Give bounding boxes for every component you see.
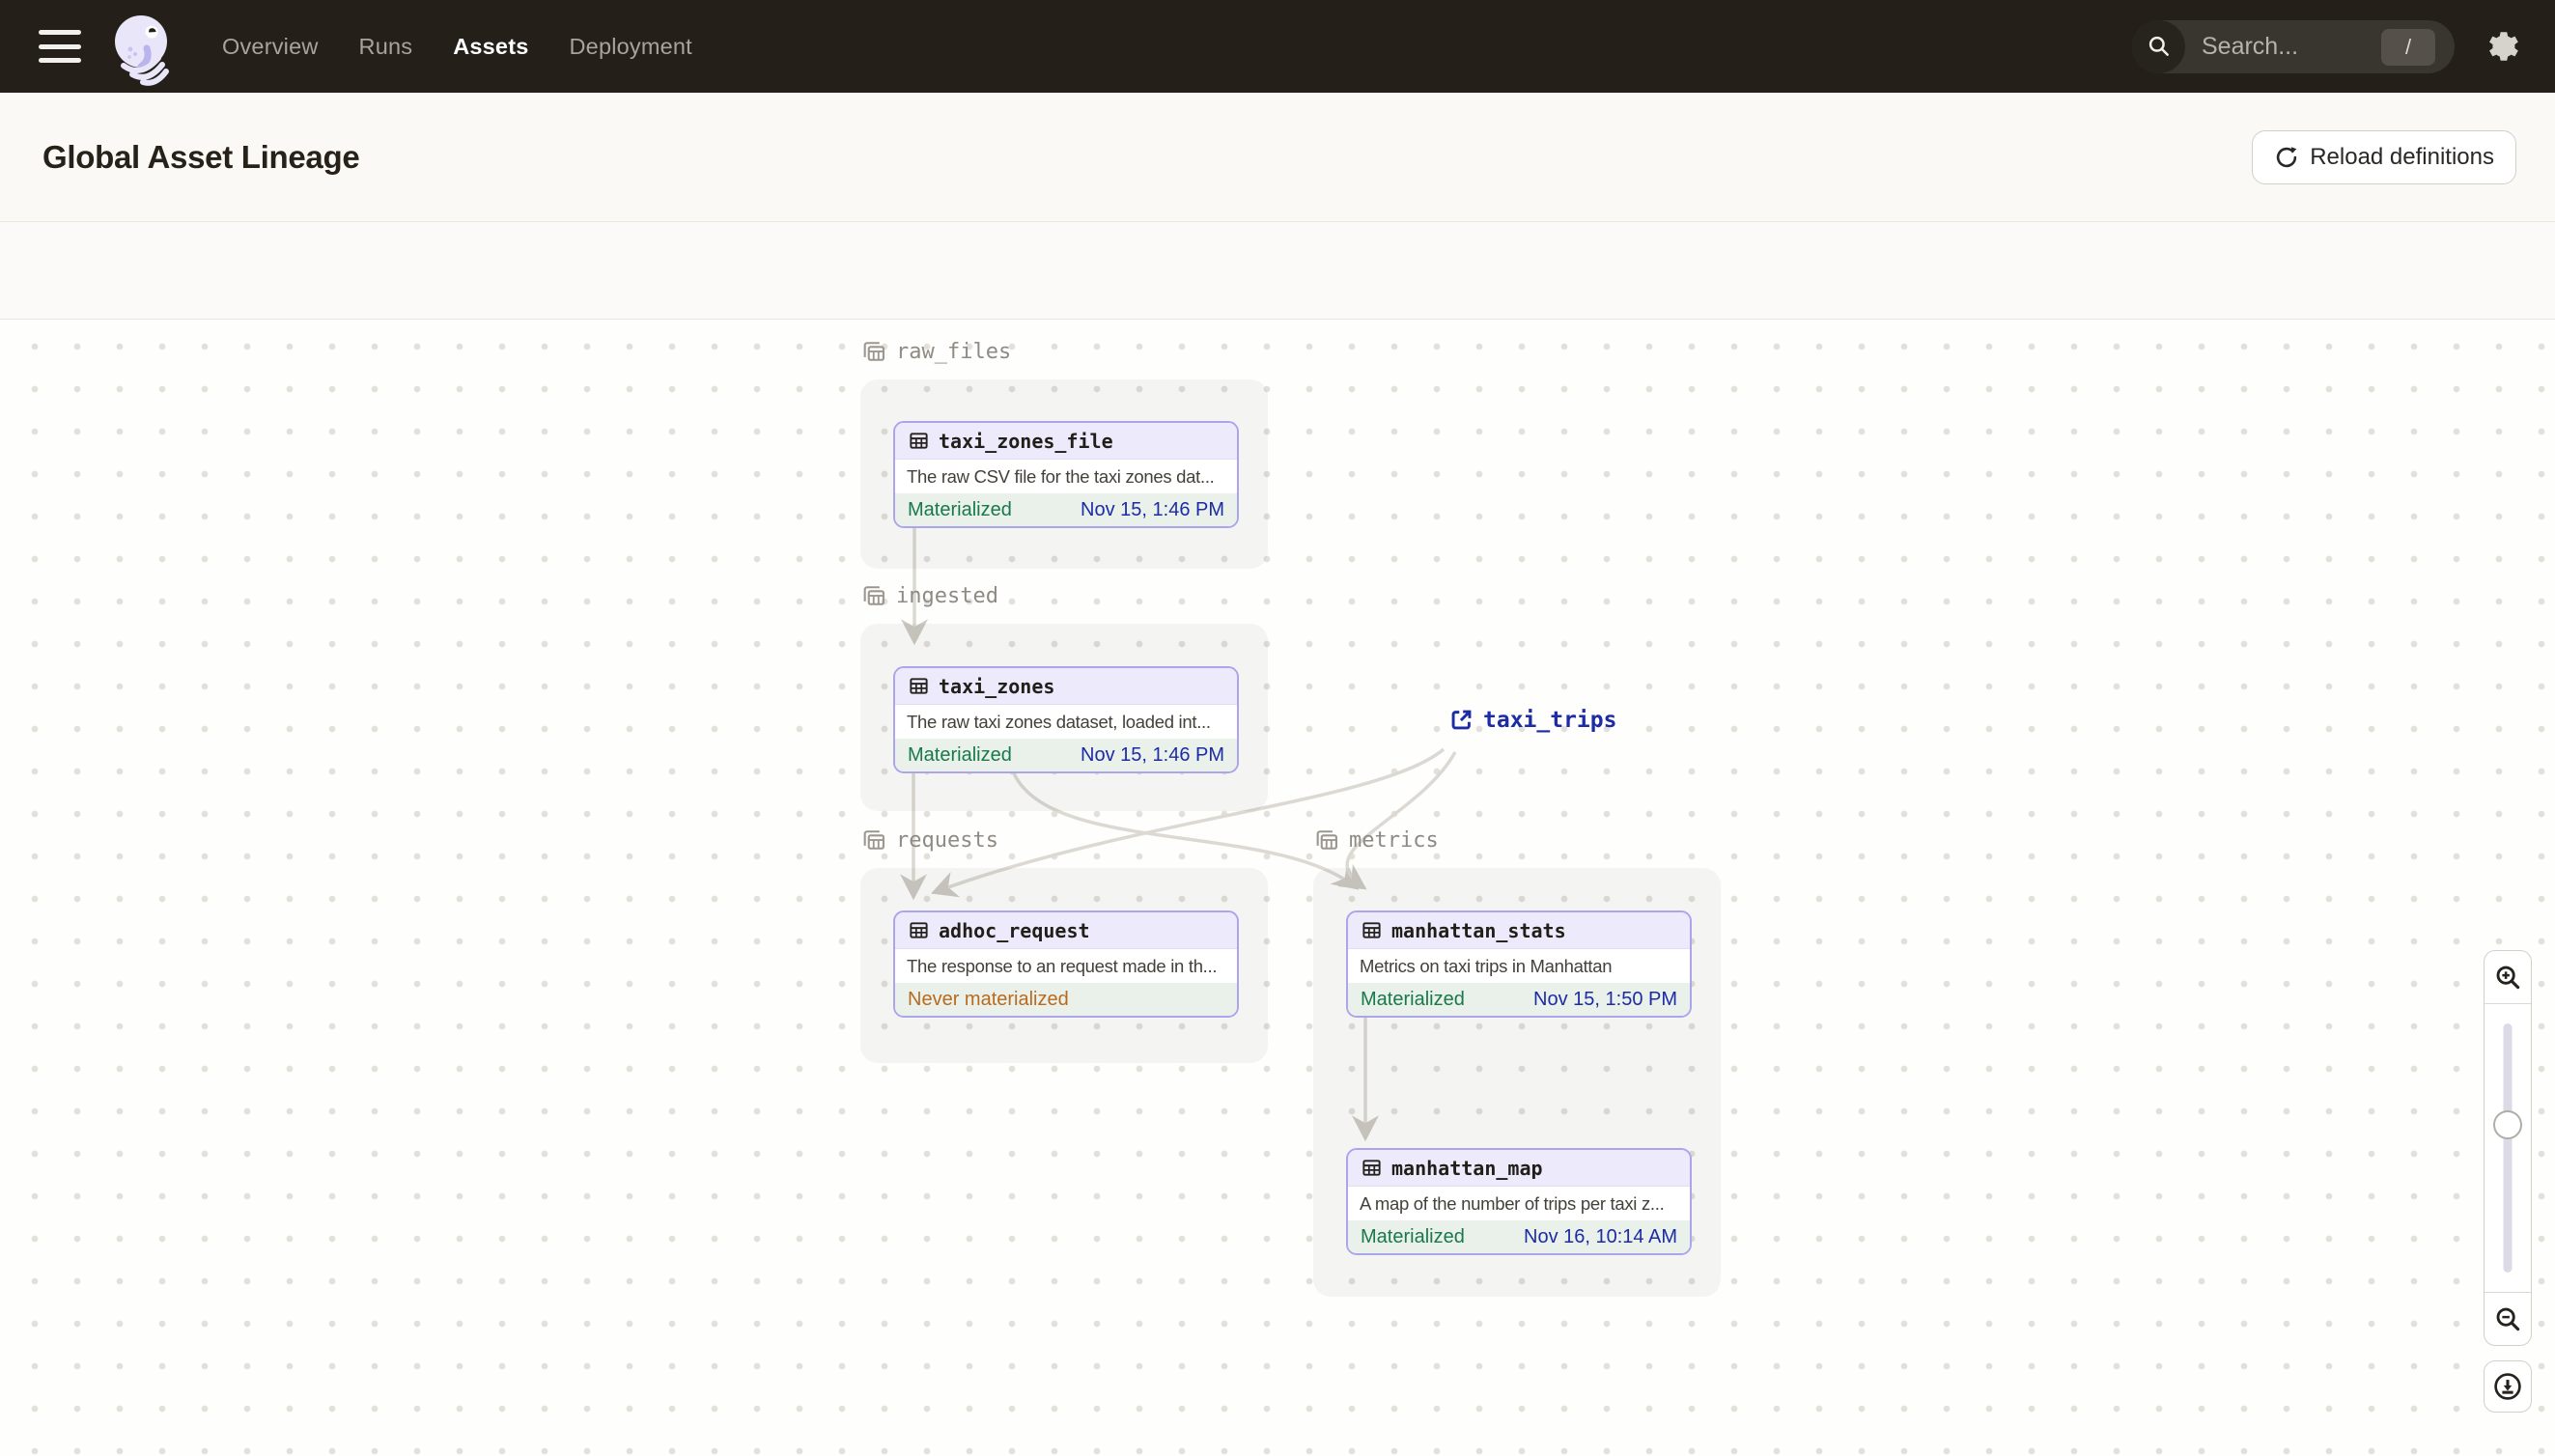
nav-link-overview[interactable]: Overview	[222, 34, 319, 60]
zoom-out-icon	[2496, 1307, 2520, 1331]
asset-description: The response to an request made in th...	[907, 955, 1218, 976]
asset-description: The raw CSV file for the taxi zones dat.…	[907, 465, 1215, 487]
page-header: Global Asset Lineage Reload definitions	[0, 93, 2555, 222]
table-icon	[1362, 922, 1381, 938]
external-asset-taxi-trips[interactable]: taxi_trips	[1448, 707, 1616, 733]
asset-node-adhoc-request[interactable]: adhoc_request The response to an request…	[893, 910, 1239, 1018]
asset-card-header: taxi_zones	[895, 668, 1237, 705]
external-link-icon	[1451, 710, 1472, 730]
lineage-canvas[interactable]: raw_files ingested requests metrics taxi…	[0, 320, 2555, 1456]
zoom-slider-track[interactable]	[2503, 1023, 2513, 1273]
materialization-timestamp: Nov 15, 1:46 PM	[1081, 743, 1224, 766]
asset-node-manhattan-map[interactable]: manhattan_map A map of the number of tri…	[1346, 1148, 1692, 1255]
status-badge: Materialized	[908, 743, 1012, 766]
status-badge: Never materialized	[908, 988, 1069, 1010]
status-badge: Materialized	[1361, 988, 1465, 1010]
asset-description: The raw taxi zones dataset, loaded int..…	[907, 711, 1211, 732]
group-label-requests[interactable]: requests	[860, 826, 998, 854]
nav-link-deployment[interactable]: Deployment	[570, 34, 692, 60]
asset-status-bar: Materialized Nov 15, 1:46 PM	[895, 739, 1237, 771]
lineage-toolbar: Filter Clear query	[0, 222, 2555, 522]
group-label-metrics[interactable]: metrics	[1313, 826, 1439, 854]
export-view-button[interactable]	[2484, 1360, 2532, 1413]
settings-gear-icon[interactable]	[2482, 26, 2522, 67]
materialization-timestamp: Nov 15, 1:46 PM	[1081, 498, 1224, 520]
asset-status-bar: Materialized Nov 16, 10:14 AM	[1348, 1220, 1690, 1253]
asset-card-header: manhattan_map	[1348, 1150, 1690, 1187]
zoom-slider-knob[interactable]	[2493, 1110, 2522, 1139]
materialization-timestamp: Nov 16, 10:14 AM	[1524, 1225, 1677, 1247]
group-table-icon	[1316, 830, 1337, 850]
asset-node-taxi-zones[interactable]: taxi_zones The raw taxi zones dataset, l…	[893, 666, 1239, 773]
group-label-raw-files[interactable]: raw_files	[860, 338, 1011, 365]
zoom-in-button[interactable]	[2485, 951, 2531, 1004]
asset-card-header: adhoc_request	[895, 912, 1237, 949]
table-icon	[910, 922, 928, 938]
asset-description: A map of the number of trips per taxi z.…	[1360, 1192, 1665, 1214]
nav-link-runs[interactable]: Runs	[359, 34, 413, 60]
asset-name: manhattan_stats	[1391, 918, 1566, 942]
group-table-icon	[863, 342, 884, 361]
asset-name: manhattan_map	[1391, 1156, 1543, 1180]
asset-node-taxi-zones-file[interactable]: taxi_zones_file The raw CSV file for the…	[893, 421, 1239, 528]
group-table-icon	[863, 586, 884, 605]
search-icon	[2132, 19, 2185, 73]
asset-name: adhoc_request	[939, 918, 1090, 942]
zoom-out-button[interactable]	[2485, 1292, 2531, 1345]
asset-status-bar: Never materialized	[895, 983, 1237, 1016]
status-badge: Materialized	[1361, 1225, 1465, 1247]
nav-link-assets[interactable]: Assets	[453, 34, 528, 60]
table-icon	[1362, 1160, 1381, 1176]
materialization-timestamp: Nov 15, 1:50 PM	[1533, 988, 1677, 1010]
zoom-in-icon	[2496, 966, 2520, 990]
top-nav: Overview Runs Assets Deployment /	[0, 0, 2555, 93]
global-search[interactable]: /	[2132, 19, 2455, 73]
asset-status-bar: Materialized Nov 15, 1:50 PM	[1348, 983, 1690, 1016]
asset-status-bar: Materialized Nov 15, 1:46 PM	[895, 493, 1237, 526]
dagster-logo-icon[interactable]	[102, 6, 180, 87]
group-table-icon	[863, 830, 884, 850]
table-icon	[910, 678, 928, 694]
status-badge: Materialized	[908, 498, 1012, 520]
zoom-slider[interactable]	[2485, 1004, 2531, 1292]
asset-name: taxi_zones	[939, 674, 1055, 698]
search-input[interactable]	[2202, 19, 2366, 73]
download-circle-icon	[2494, 1373, 2521, 1400]
asset-description: Metrics on taxi trips in Manhattan	[1360, 955, 1613, 976]
zoom-controls	[2484, 950, 2532, 1346]
table-icon	[910, 433, 928, 449]
reload-icon	[2277, 147, 2297, 168]
asset-name: taxi_zones_file	[939, 429, 1113, 453]
group-label-ingested[interactable]: ingested	[860, 582, 998, 609]
page-title: Global Asset Lineage	[42, 138, 360, 175]
lineage-edges	[900, 528, 1457, 1142]
hamburger-menu-icon[interactable]	[39, 30, 81, 63]
asset-card-header: taxi_zones_file	[895, 423, 1237, 460]
asset-node-manhattan-stats[interactable]: manhattan_stats Metrics on taxi trips in…	[1346, 910, 1692, 1018]
nav-links: Overview Runs Assets Deployment	[222, 34, 692, 60]
reload-definitions-button[interactable]: Reload definitions	[2252, 130, 2516, 184]
search-shortcut-badge: /	[2381, 28, 2435, 66]
asset-card-header: manhattan_stats	[1348, 912, 1690, 949]
